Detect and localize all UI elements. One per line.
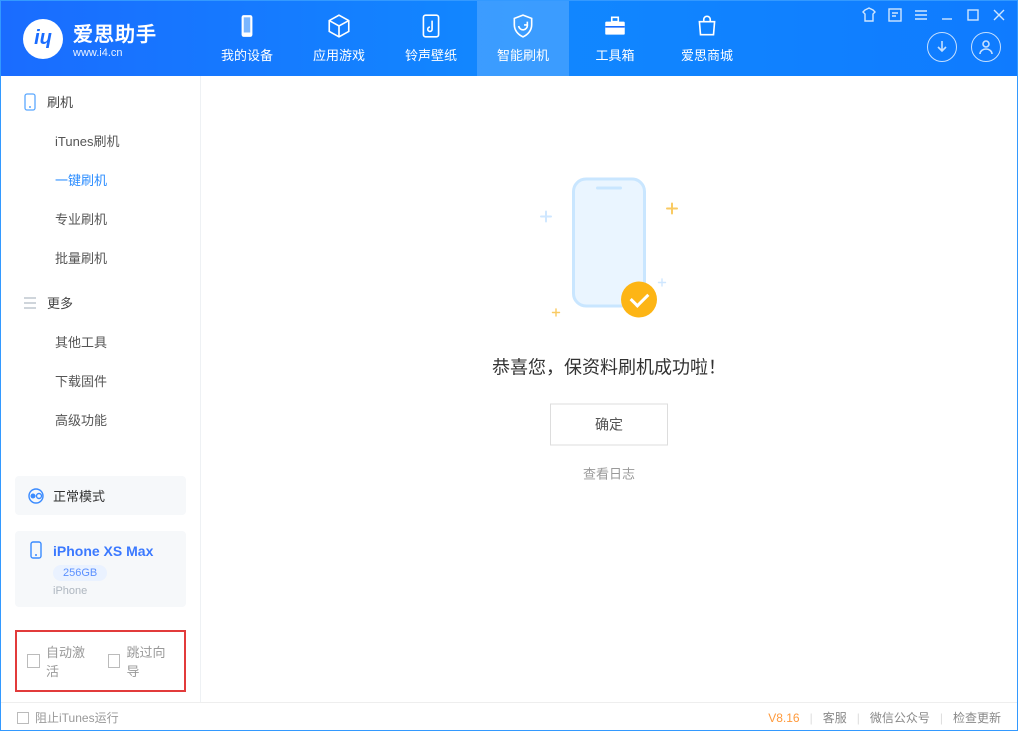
music-file-icon (418, 13, 444, 39)
sidebar-section-flash: 刷机 (1, 76, 200, 121)
view-log-link[interactable]: 查看日志 (399, 464, 819, 483)
app-logo: iɥ 爱思助手 www.i4.cn (1, 18, 201, 59)
sidebar-item-download-firmware[interactable]: 下载固件 (1, 361, 200, 400)
device-icon (27, 541, 45, 559)
mode-panel: 正常模式 (15, 476, 186, 515)
flash-options-highlight: 自动激活 跳过向导 (15, 630, 186, 692)
maximize-icon[interactable] (965, 7, 981, 23)
app-header: iɥ 爱思助手 www.i4.cn 我的设备 应用游戏 铃声壁纸 智能刷机 工具… (1, 1, 1017, 76)
checkbox-block-itunes[interactable]: 阻止iTunes运行 (17, 709, 119, 726)
account-button[interactable] (971, 32, 1001, 62)
version-label: V8.16 (768, 711, 799, 725)
download-button[interactable] (927, 32, 957, 62)
window-controls (861, 7, 1007, 23)
ok-button[interactable]: 确定 (550, 404, 668, 446)
nav-store[interactable]: 爱思商城 (661, 1, 753, 76)
wechat-link[interactable]: 微信公众号 (870, 709, 930, 726)
header-actions (927, 32, 1001, 62)
mode-icon (27, 487, 45, 505)
check-update-link[interactable]: 检查更新 (953, 709, 1001, 726)
device-name: iPhone XS Max (53, 543, 153, 559)
success-illustration (539, 170, 679, 340)
main-content: 恭喜您，保资料刷机成功啦！ 确定 查看日志 (201, 76, 1017, 702)
bag-icon (694, 13, 720, 39)
success-panel: 恭喜您，保资料刷机成功啦！ 确定 查看日志 (399, 170, 819, 483)
sparkle-icon (669, 206, 675, 212)
checkbox-icon (17, 712, 29, 724)
list-icon (21, 294, 39, 312)
logo-icon: iɥ (23, 19, 63, 59)
sparkle-icon (543, 214, 549, 220)
sidebar-item-advanced[interactable]: 高级功能 (1, 400, 200, 439)
device-panel[interactable]: iPhone XS Max 256GB iPhone (15, 531, 186, 607)
minimize-icon[interactable] (939, 7, 955, 23)
checkbox-skip-guide[interactable]: 跳过向导 (108, 642, 175, 680)
check-badge-icon (621, 282, 657, 318)
sparkle-icon (554, 311, 558, 315)
sidebar-section-more: 更多 (1, 277, 200, 322)
menu-icon[interactable] (913, 7, 929, 23)
app-site: www.i4.cn (73, 47, 157, 59)
nav-toolbox[interactable]: 工具箱 (569, 1, 661, 76)
nav-smart-flash[interactable]: 智能刷机 (477, 1, 569, 76)
phone-small-icon (21, 93, 39, 111)
sidebar-item-itunes-flash[interactable]: iTunes刷机 (1, 121, 200, 160)
checkbox-auto-activate[interactable]: 自动激活 (27, 642, 94, 680)
skin-icon[interactable] (861, 7, 877, 23)
toolbox-icon (602, 13, 628, 39)
nav-apps-games[interactable]: 应用游戏 (293, 1, 385, 76)
app-title: 爱思助手 (73, 18, 157, 47)
feedback-icon[interactable] (887, 7, 903, 23)
device-capacity: 256GB (53, 565, 107, 581)
checkbox-icon (108, 654, 121, 668)
sparkle-icon (660, 281, 664, 285)
mode-label: 正常模式 (53, 486, 105, 505)
checkbox-icon (27, 654, 40, 668)
device-type: iPhone (53, 585, 153, 597)
sidebar: 刷机 iTunes刷机 一键刷机 专业刷机 批量刷机 更多 其他工具 下载固件 … (1, 76, 201, 702)
support-link[interactable]: 客服 (823, 709, 847, 726)
sidebar-item-other-tools[interactable]: 其他工具 (1, 322, 200, 361)
top-nav: 我的设备 应用游戏 铃声壁纸 智能刷机 工具箱 爱思商城 (201, 1, 753, 76)
device-icon (234, 13, 260, 39)
sidebar-item-onekey-flash[interactable]: 一键刷机 (1, 160, 200, 199)
sidebar-item-pro-flash[interactable]: 专业刷机 (1, 199, 200, 238)
status-bar: 阻止iTunes运行 V8.16 | 客服 | 微信公众号 | 检查更新 (1, 702, 1017, 732)
nav-my-device[interactable]: 我的设备 (201, 1, 293, 76)
cube-icon (326, 13, 352, 39)
sidebar-item-batch-flash[interactable]: 批量刷机 (1, 238, 200, 277)
nav-ringtone-wallpaper[interactable]: 铃声壁纸 (385, 1, 477, 76)
success-message: 恭喜您，保资料刷机成功啦！ (399, 354, 819, 380)
close-icon[interactable] (991, 7, 1007, 23)
shield-refresh-icon (510, 13, 536, 39)
